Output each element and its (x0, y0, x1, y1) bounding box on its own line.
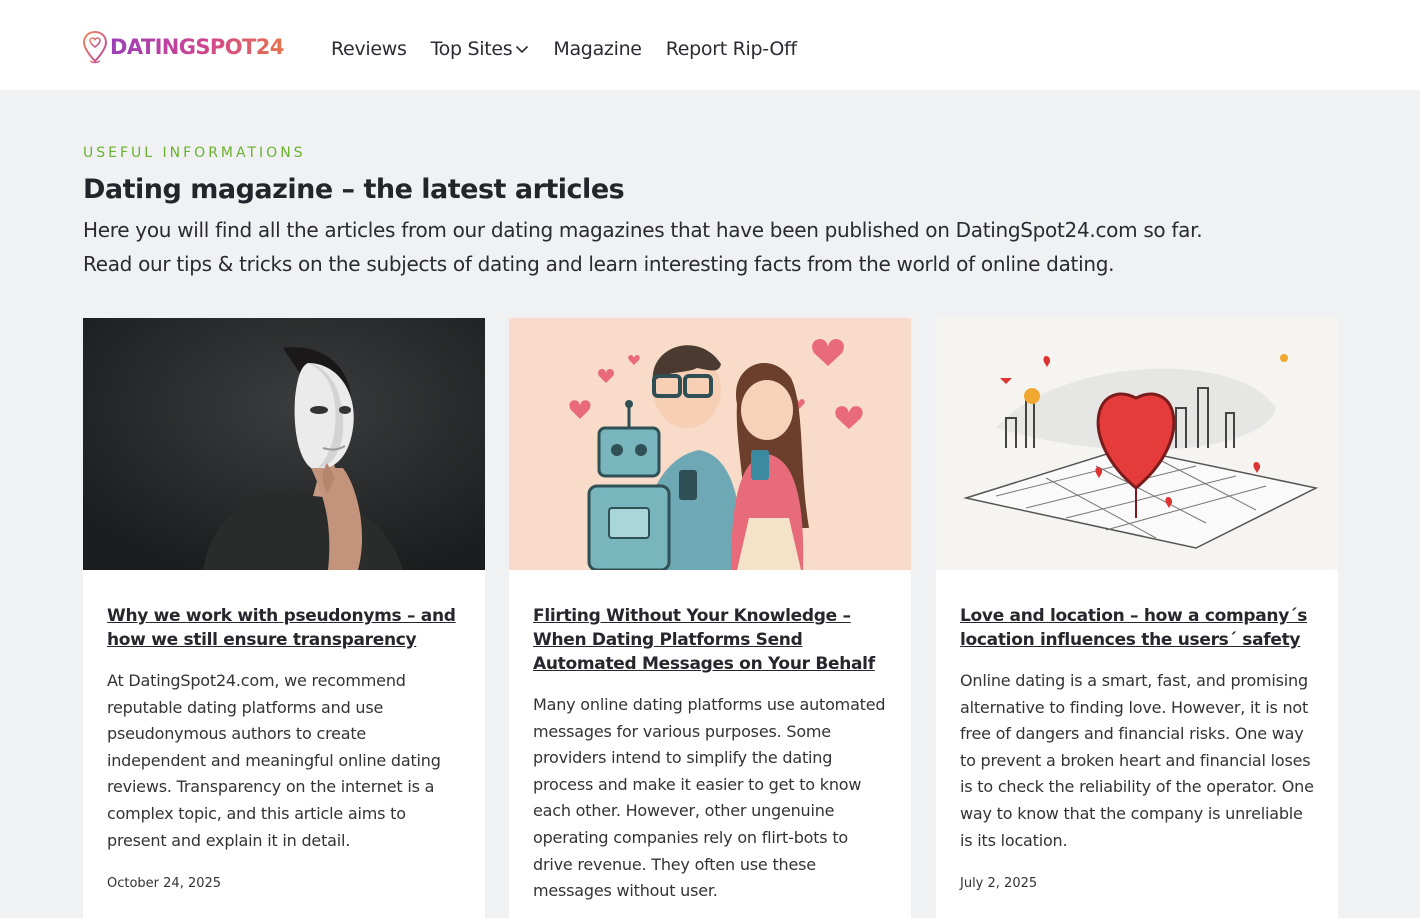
nav-top-sites-label: Top Sites (430, 38, 513, 60)
article-title-link[interactable]: Why we work with pseudonyms – and how we… (107, 604, 457, 652)
article-image-mask-man[interactable] (83, 318, 485, 570)
intro-line-1: Here you will find all the articles from… (83, 218, 1203, 242)
article-card: Flirting Without Your Knowledge – When D… (509, 318, 911, 918)
robot-and-couple-image (509, 318, 911, 570)
nav-reviews-label: Reviews (331, 38, 407, 60)
section-eyebrow: USEFUL INFORMATIONS (83, 145, 306, 161)
nav-report-rip-off-label: Report Rip-Off (665, 38, 797, 60)
article-title-link[interactable]: Flirting Without Your Knowledge – When D… (533, 604, 883, 676)
location-heart-icon (82, 30, 108, 64)
article-image-love-location[interactable] (936, 318, 1338, 570)
article-title-link[interactable]: Love and location – how a company´s loca… (960, 604, 1310, 652)
article-date: October 24, 2025 (107, 876, 222, 891)
man-with-mask-image (83, 318, 485, 570)
nav-report-rip-off[interactable]: Report Rip-Off (666, 38, 797, 60)
page-title: Dating magazine – the latest articles (83, 174, 625, 205)
main-navigation: Reviews Top Sites Magazine Report Rip-Of… (331, 38, 821, 60)
article-card: Love and location – how a company´s loca… (936, 318, 1338, 918)
article-excerpt: Many online dating platforms use automat… (533, 695, 886, 901)
nav-magazine-label: Magazine (553, 38, 642, 60)
heart-over-map-image (936, 318, 1338, 570)
article-excerpt: Online dating is a smart, fast, and prom… (960, 671, 1314, 850)
article-date: July 2, 2025 (960, 876, 1038, 891)
article-card: Why we work with pseudonyms – and how we… (83, 318, 485, 918)
site-logo[interactable]: DATINGSPOT24 (82, 30, 284, 64)
section-intro: Here you will find all the articles from… (83, 213, 1333, 281)
nav-magazine[interactable]: Magazine (553, 38, 642, 60)
article-excerpt: At DatingSpot24.com, we recommend reputa… (107, 671, 441, 850)
nav-reviews[interactable]: Reviews (331, 38, 407, 60)
chevron-down-icon (516, 45, 529, 54)
article-image-flirt-bot[interactable] (509, 318, 911, 570)
intro-line-2: Read our tips & tricks on the subjects o… (83, 252, 1115, 276)
nav-top-sites[interactable]: Top Sites (431, 38, 530, 60)
logo-wordmark: DATINGSPOT24 (110, 35, 284, 59)
site-header: DATINGSPOT24 Reviews Top Sites Magazine … (0, 0, 1420, 90)
